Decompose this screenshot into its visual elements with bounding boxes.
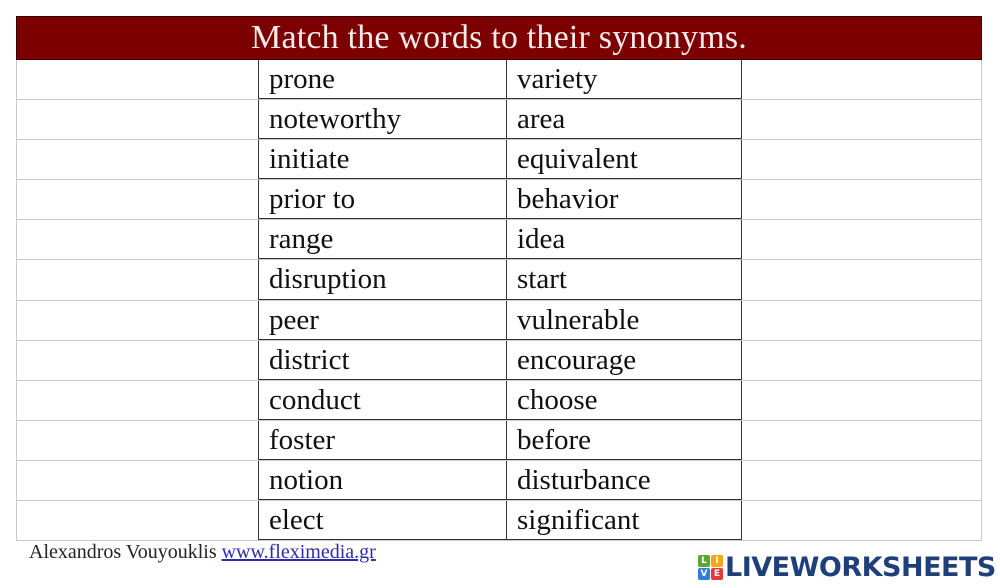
brand-name: LIVEWORKSHEETS — [725, 551, 996, 583]
synonym-cell[interactable]: equivalent — [506, 140, 742, 180]
synonym-cell[interactable]: variety — [506, 60, 742, 100]
word-cell[interactable]: foster — [258, 420, 506, 460]
table-row: initiate equivalent — [16, 140, 982, 181]
footer-credit: Alexandros Vouyouklis www.fleximedia.gr — [29, 541, 376, 564]
table-row: prior to behavior — [16, 180, 982, 221]
table-row: prone variety — [16, 60, 982, 101]
word-cell[interactable]: prior to — [258, 180, 506, 220]
table-row: disruption start — [16, 260, 982, 301]
word-cell[interactable]: range — [258, 220, 506, 260]
table-row: peer vulnerable — [16, 300, 982, 341]
table-row: elect significant — [16, 501, 982, 542]
table-row: notion disturbance — [16, 460, 982, 502]
word-cell[interactable]: disruption — [258, 260, 506, 300]
synonym-cell[interactable]: significant — [506, 501, 742, 541]
worksheet: Match the words to their synonyms. prone… — [16, 16, 982, 542]
word-cell[interactable]: peer — [258, 300, 506, 340]
word-cell[interactable]: prone — [258, 60, 506, 100]
synonym-cell[interactable]: start — [506, 260, 742, 300]
logo-letter-e: E — [711, 567, 723, 580]
synonym-cell[interactable]: area — [506, 100, 742, 140]
synonym-cell[interactable]: behavior — [506, 180, 742, 220]
worksheet-title: Match the words to their synonyms. — [16, 16, 982, 60]
logo-letter-l: L — [698, 554, 710, 567]
synonym-cell[interactable]: disturbance — [506, 460, 742, 501]
word-cell[interactable]: initiate — [258, 140, 506, 180]
live-logo-icon: LIVE — [698, 554, 723, 580]
logo-letter-i: I — [711, 554, 723, 567]
word-cell[interactable]: district — [258, 340, 506, 380]
author-website-link[interactable]: www.fleximedia.gr — [222, 541, 376, 563]
synonym-cell[interactable]: encourage — [506, 340, 742, 380]
table-row: district encourage — [16, 340, 982, 381]
word-cell[interactable]: conduct — [258, 380, 506, 420]
word-cell[interactable]: notion — [258, 460, 506, 501]
table-row: range idea — [16, 220, 982, 261]
table-row: conduct choose — [16, 380, 982, 421]
author-name: Alexandros Vouyouklis — [29, 541, 217, 563]
word-cell[interactable]: elect — [258, 501, 506, 541]
synonym-cell[interactable]: idea — [506, 220, 742, 260]
table-row: foster before — [16, 420, 982, 461]
synonym-cell[interactable]: vulnerable — [506, 300, 742, 340]
liveworksheets-brand: LIVE LIVEWORKSHEETS — [698, 551, 996, 583]
word-cell[interactable]: noteworthy — [258, 100, 506, 140]
logo-letter-v: V — [698, 567, 710, 580]
synonym-cell[interactable]: before — [506, 420, 742, 460]
synonym-cell[interactable]: choose — [506, 380, 742, 420]
table-row: noteworthy area — [16, 100, 982, 141]
word-table: prone variety noteworthy area initiate equiva… — [16, 60, 982, 542]
